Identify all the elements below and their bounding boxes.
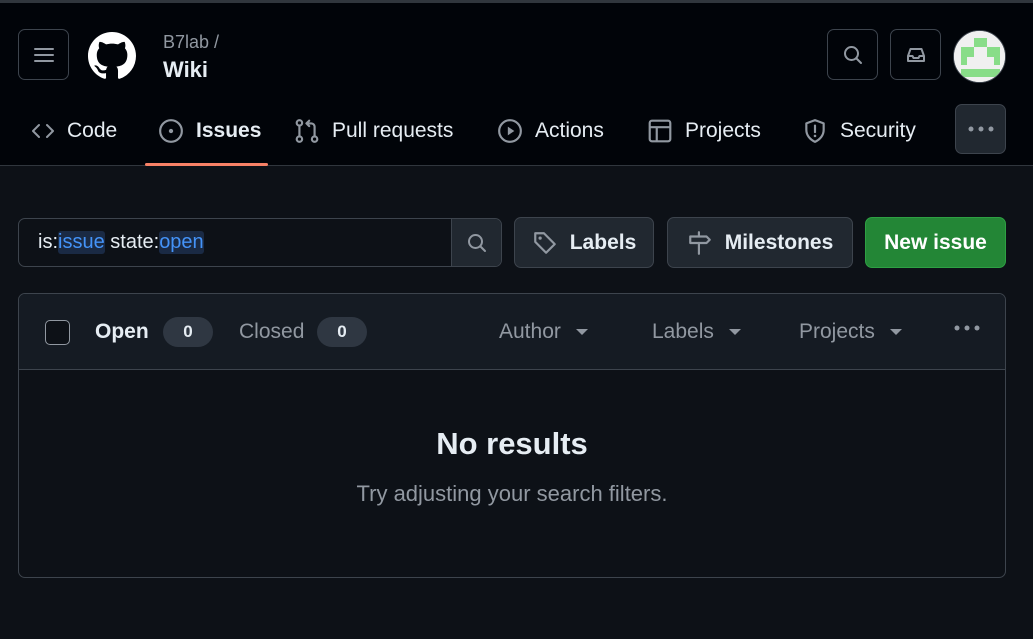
tab-label: Pull requests <box>332 119 454 142</box>
query-qualifier: state: <box>104 231 160 253</box>
more-tabs-button[interactable] <box>955 104 1006 154</box>
repo-name-link[interactable]: Wiki <box>163 57 208 83</box>
tag-icon <box>533 231 556 254</box>
hamburger-icon <box>33 47 54 62</box>
filter-label: Projects <box>799 320 875 343</box>
labels-button-label: Labels <box>569 230 637 254</box>
tab-code[interactable]: Code <box>31 111 117 151</box>
caret-down-icon <box>575 329 588 335</box>
identicon-icon <box>954 31 1005 82</box>
top-header: B7lab / Wiki Code Issues Pull requests A… <box>0 0 1033 166</box>
tab-security[interactable]: Security <box>802 111 916 151</box>
tab-projects[interactable]: Projects <box>647 111 761 151</box>
open-filter-link[interactable]: Open <box>95 318 149 346</box>
kebab-horizontal-icon <box>968 126 993 132</box>
tab-actions[interactable]: Actions <box>497 111 604 151</box>
search-icon <box>843 45 862 64</box>
repo-owner-link[interactable]: B7lab / <box>163 32 219 53</box>
tab-label: Code <box>67 119 118 142</box>
table-icon <box>648 119 672 143</box>
shield-icon <box>805 119 825 143</box>
milestones-button[interactable]: Milestones <box>667 217 853 268</box>
author-filter-dropdown[interactable]: Author <box>499 318 589 346</box>
search-input[interactable]: is: issue state: open <box>19 219 451 266</box>
github-logo-icon[interactable] <box>88 32 136 80</box>
tab-pull-requests[interactable]: Pull requests <box>294 111 453 151</box>
menu-button[interactable] <box>18 29 69 80</box>
issues-list-box: Open 0 Closed 0 Author Labels Projects N… <box>18 293 1006 578</box>
tab-label: Projects <box>685 119 761 142</box>
empty-state-subtitle: Try adjusting your search filters. <box>356 481 668 506</box>
select-all-checkbox[interactable] <box>45 320 70 345</box>
projects-filter-dropdown[interactable]: Projects <box>799 318 903 346</box>
issue-opened-icon <box>159 119 183 143</box>
new-issue-button[interactable]: New issue <box>865 217 1006 268</box>
active-tab-indicator <box>145 163 268 166</box>
tab-label: Actions <box>535 119 604 142</box>
code-icon <box>32 124 54 138</box>
search-submit-button[interactable] <box>451 219 501 266</box>
tab-label: Issues <box>196 119 262 142</box>
labels-button[interactable]: Labels <box>514 217 654 268</box>
more-options-icon[interactable] <box>953 324 981 332</box>
query-value: issue <box>58 231 105 254</box>
repo-nav-tabs: Code Issues Pull requests Actions Projec… <box>0 99 1033 169</box>
git-pull-request-icon <box>295 119 319 143</box>
inbox-icon <box>906 47 925 62</box>
milestone-icon <box>688 230 711 255</box>
user-avatar[interactable] <box>953 30 1006 83</box>
empty-state-title: No results <box>436 426 588 461</box>
open-count-badge: 0 <box>163 317 213 347</box>
closed-count-badge: 0 <box>317 317 367 347</box>
query-value: open <box>159 231 204 254</box>
play-icon <box>498 119 522 143</box>
filter-label: Labels <box>652 320 714 343</box>
caret-down-icon <box>889 329 902 335</box>
tab-issues[interactable]: Issues <box>158 111 261 151</box>
query-qualifier: is: <box>38 231 58 253</box>
search-icon <box>467 233 486 252</box>
caret-down-icon <box>728 329 741 335</box>
milestones-button-label: Milestones <box>724 230 834 254</box>
closed-filter-link[interactable]: Closed <box>239 318 304 346</box>
filter-label: Author <box>499 320 561 343</box>
issue-search-bar: is: issue state: open <box>18 218 502 267</box>
search-button[interactable] <box>827 29 878 80</box>
tab-label: Security <box>840 119 916 142</box>
issues-list-header: Open 0 Closed 0 Author Labels Projects <box>19 294 1005 370</box>
labels-filter-dropdown[interactable]: Labels <box>652 318 742 346</box>
inbox-button[interactable] <box>890 29 941 80</box>
